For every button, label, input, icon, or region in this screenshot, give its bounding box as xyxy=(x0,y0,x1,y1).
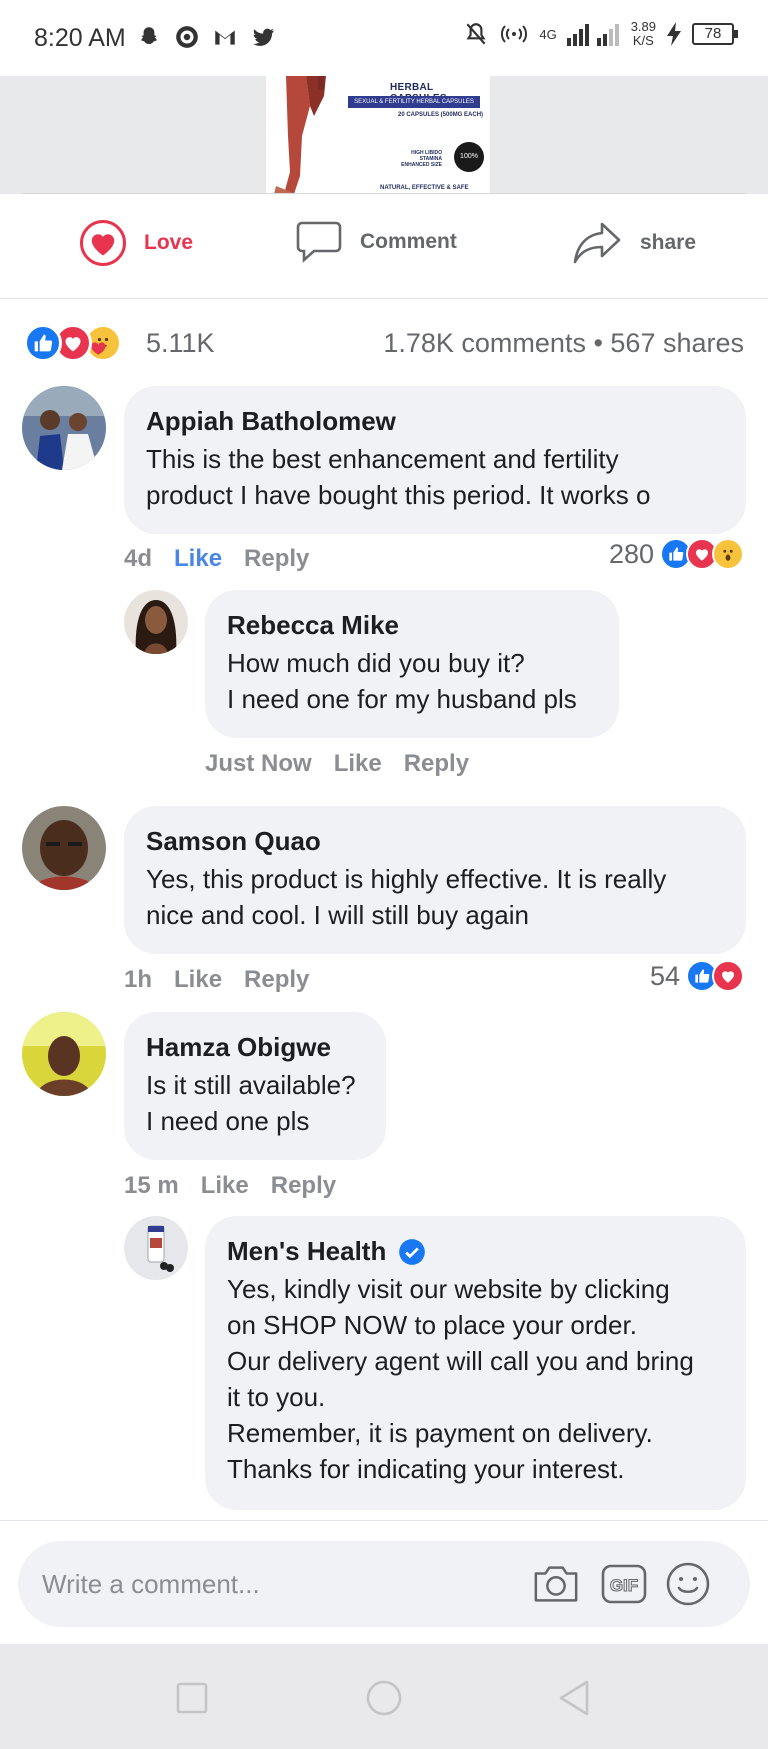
avatar[interactable] xyxy=(22,386,106,470)
comment-composer: GIF xyxy=(0,1520,768,1644)
share-label: share xyxy=(640,231,697,254)
comment-time: Just Now xyxy=(205,750,312,777)
comment-text: Yes, this product is highly effective. I… xyxy=(146,864,667,930)
comment-time: 1h xyxy=(124,966,153,993)
comment-text: Yes, kindly visit our website by clickin… xyxy=(227,1274,694,1484)
divider xyxy=(0,298,768,299)
app-icon xyxy=(176,26,198,48)
square-icon xyxy=(176,1682,208,1714)
signal-icon xyxy=(566,24,619,46)
comment-author[interactable]: Rebecca Mike xyxy=(227,610,597,641)
ad-footer: NATURAL, EFFECTIVE & SAFE xyxy=(380,185,469,191)
camera-icon[interactable] xyxy=(532,1561,580,1607)
reaction-count[interactable]: 5.11K xyxy=(146,328,215,359)
love-button[interactable]: Love xyxy=(80,220,193,266)
comment-reactions[interactable]: 280 xyxy=(609,538,744,570)
reply-link[interactable]: Reply xyxy=(404,750,469,778)
back-button[interactable] xyxy=(554,1678,594,1718)
divider xyxy=(22,193,746,194)
ad-features: HIGH LIBIDO STAMINA ENHANCED SIZE xyxy=(401,150,442,168)
gif-icon[interactable]: GIF xyxy=(600,1561,648,1607)
avatar[interactable] xyxy=(124,590,188,654)
comment-button[interactable]: Comment xyxy=(296,220,457,264)
like-link[interactable]: Like xyxy=(334,750,382,778)
comment-reactions[interactable]: 54 xyxy=(650,960,744,992)
share-button[interactable]: share xyxy=(572,220,696,266)
comment-text: This is the best enhancement and fertili… xyxy=(146,444,651,510)
comment-input-container[interactable]: GIF xyxy=(18,1541,750,1627)
comment-text: How much did you buy it? I need one for … xyxy=(227,648,577,714)
comment-time: 15 m xyxy=(124,1172,179,1199)
twitter-icon xyxy=(253,28,274,46)
battery-level: 78 xyxy=(692,23,738,45)
comment-reaction-count: 280 xyxy=(608,538,654,569)
comment-text: Is it still available? I need one pls xyxy=(146,1070,356,1136)
mute-icon xyxy=(466,23,486,45)
comment-bubble[interactable]: Appiah Batholomew This is the best enhan… xyxy=(124,386,746,534)
love-label: Love xyxy=(144,231,194,254)
snapchat-icon xyxy=(140,27,158,45)
wow-reaction-icon xyxy=(712,538,744,570)
gmail-icon xyxy=(215,30,235,45)
reply-link[interactable]: Reply xyxy=(244,545,309,573)
comment-meta: 4d Like Reply xyxy=(124,545,309,573)
network-speed: 3.89 K/S xyxy=(630,19,656,48)
circle-icon xyxy=(366,1680,402,1716)
heart-icon xyxy=(80,220,126,266)
comment-reaction-count: 54 xyxy=(649,960,680,991)
avatar[interactable] xyxy=(22,806,106,890)
ad-seal: 100% xyxy=(454,142,484,172)
emoji-icon[interactable] xyxy=(664,1561,712,1607)
comment-author[interactable]: Samson Quao xyxy=(146,826,724,857)
reaction-icons xyxy=(24,324,136,364)
comment-meta: 1h Like Reply xyxy=(124,966,309,994)
status-bar: 8:20 AM 4G 3.89 K/S 78 xyxy=(0,0,768,76)
comment-label: Comment xyxy=(360,230,457,253)
reply-link[interactable]: Reply xyxy=(271,1172,336,1200)
home-button[interactable] xyxy=(364,1678,404,1718)
like-reaction-icon xyxy=(24,324,62,362)
share-icon xyxy=(573,222,621,264)
ad-image[interactable]: HERBAL CAPSULES SEXUAL & FERTILITY HERBA… xyxy=(266,76,490,194)
comment-meta: Just Now Like Reply xyxy=(205,750,469,778)
comment-bubble[interactable]: Men's Health Yes, kindly visit our websi… xyxy=(205,1216,746,1510)
ad-subtitle: 20 CAPSULES (500MG EACH) xyxy=(398,112,484,118)
verified-badge-icon xyxy=(399,1238,426,1265)
comment-author[interactable]: Appiah Batholomew xyxy=(146,406,724,437)
svg-text:GIF: GIF xyxy=(610,1576,638,1595)
post-action-bar: Love Comment share xyxy=(0,198,768,298)
system-navigation-bar xyxy=(0,1644,768,1749)
comment-bubble[interactable]: Hamza Obigwe Is it still available? I ne… xyxy=(124,1012,386,1160)
reply-link[interactable]: Reply xyxy=(244,966,309,994)
ad-strip: SEXUAL & FERTILITY HERBAL CAPSULES xyxy=(348,96,480,108)
like-link[interactable]: Like xyxy=(201,1172,249,1200)
comment-author[interactable]: Men's Health xyxy=(227,1236,724,1267)
comment-meta: 15 m Like Reply xyxy=(124,1172,336,1200)
comment-icon xyxy=(296,221,342,263)
status-time: 8:20 AM xyxy=(34,24,126,52)
charging-icon xyxy=(667,22,681,46)
comments-shares-count[interactable]: 1.78K comments • 567 shares xyxy=(383,328,744,359)
avatar[interactable] xyxy=(22,1012,106,1096)
like-link[interactable]: Like xyxy=(174,966,222,994)
hotspot-icon xyxy=(501,25,528,43)
love-reaction-icon xyxy=(712,960,744,992)
avatar[interactable] xyxy=(124,1216,188,1280)
comment-author[interactable]: Hamza Obigwe xyxy=(146,1032,364,1063)
back-triangle-icon xyxy=(559,1680,589,1716)
comment-input[interactable] xyxy=(42,1563,462,1605)
comment-time: 4d xyxy=(124,545,153,572)
ad-figure-illustration xyxy=(274,76,326,194)
network-type: 4G xyxy=(539,26,557,42)
comment-bubble[interactable]: Samson Quao Yes, this product is highly … xyxy=(124,806,746,954)
reaction-summary[interactable]: 5.11K 1.78K comments • 567 shares xyxy=(0,314,768,372)
comment-bubble[interactable]: Rebecca Mike How much did you buy it? I … xyxy=(205,590,619,738)
recent-apps-button[interactable] xyxy=(172,1678,212,1718)
like-link[interactable]: Like xyxy=(174,545,222,573)
